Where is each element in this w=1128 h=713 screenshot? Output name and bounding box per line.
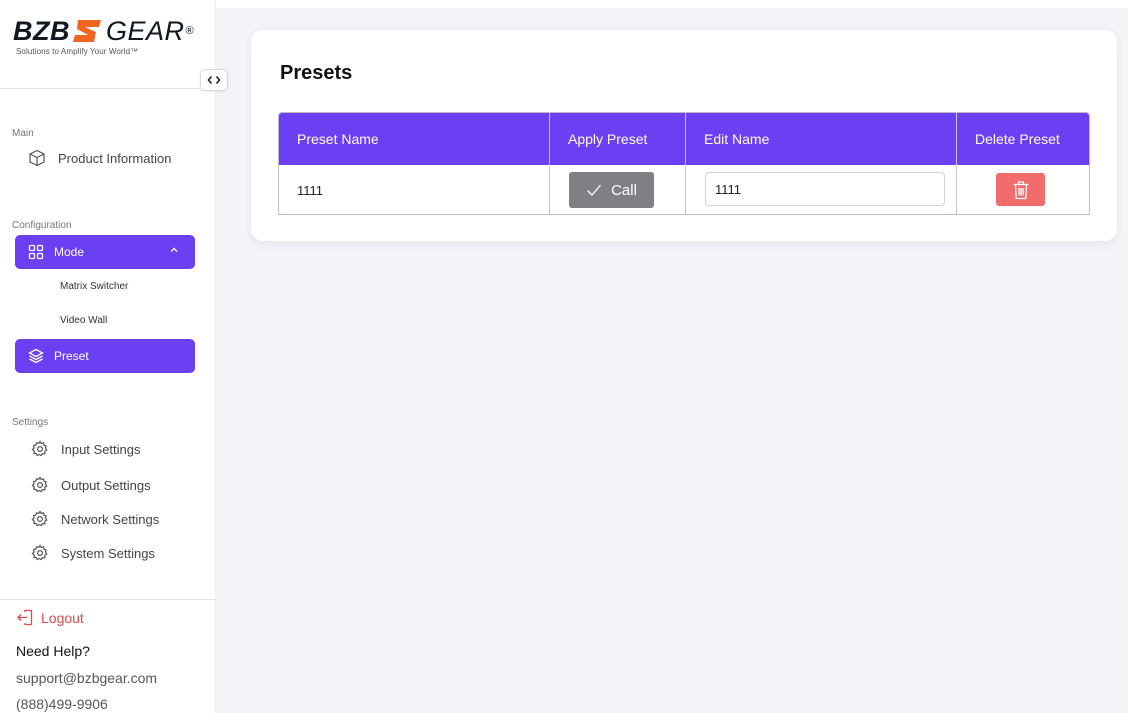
column-header-delete-preset: Delete Preset bbox=[975, 131, 1060, 147]
sidebar-item-product-information[interactable]: Product Information bbox=[28, 146, 171, 170]
help-title: Need Help? bbox=[16, 643, 90, 659]
presets-card: Presets Preset Name Apply Preset Edit Na… bbox=[251, 30, 1117, 241]
sidebar-divider bbox=[0, 599, 216, 600]
sidebar-collapse-toggle[interactable] bbox=[200, 69, 228, 91]
column-divider bbox=[685, 113, 686, 214]
chevrons-left-right-icon bbox=[207, 75, 221, 85]
logo-registered: ® bbox=[185, 25, 195, 37]
call-button-label: Call bbox=[611, 181, 637, 199]
help-email[interactable]: support@bzbgear.com bbox=[16, 670, 157, 686]
sidebar-item-label: Mode bbox=[54, 245, 85, 259]
section-label-configuration: Configuration bbox=[12, 220, 72, 231]
column-header-preset-name: Preset Name bbox=[297, 131, 379, 147]
preset-name-cell: 1111 bbox=[297, 183, 324, 198]
sidebar: BZB GEAR ® Solutions to Amplify Your Wor… bbox=[0, 0, 216, 713]
logo-name-bold: BZB bbox=[13, 16, 70, 46]
logout-icon bbox=[17, 609, 33, 626]
sidebar-item-network-settings[interactable]: Network Settings bbox=[31, 507, 159, 531]
gear-icon bbox=[31, 544, 48, 561]
sidebar-item-label: Product Information bbox=[58, 150, 172, 166]
sidebar-item-preset[interactable]: Preset bbox=[15, 339, 195, 373]
logo-name-light: GEAR bbox=[106, 16, 185, 46]
logout-button[interactable]: Logout bbox=[16, 609, 84, 626]
sidebar-item-label: Network Settings bbox=[61, 511, 160, 527]
delete-preset-button[interactable] bbox=[996, 173, 1045, 206]
column-header-edit-name: Edit Name bbox=[704, 131, 770, 147]
section-label-main: Main bbox=[12, 128, 34, 139]
column-header-apply-preset: Apply Preset bbox=[568, 131, 648, 147]
sidebar-item-system-settings[interactable]: System Settings bbox=[31, 541, 155, 565]
logo-divider bbox=[0, 88, 200, 89]
brand-logo: BZB GEAR ® Solutions to Amplify Your Wor… bbox=[13, 16, 198, 56]
gear-icon bbox=[31, 510, 48, 527]
section-label-settings: Settings bbox=[12, 417, 49, 428]
chevron-up-icon bbox=[170, 247, 178, 252]
sidebar-item-label: Preset bbox=[54, 349, 89, 363]
logo-tagline: Solutions to Amplify Your World™ bbox=[16, 47, 139, 56]
help-phone: (888)499-9906 bbox=[16, 696, 108, 712]
check-icon bbox=[587, 184, 602, 196]
sidebar-subitem-video-wall[interactable]: Video Wall bbox=[60, 315, 107, 326]
layers-icon bbox=[28, 348, 44, 364]
sidebar-item-label: Input Settings bbox=[61, 441, 141, 457]
cube-icon bbox=[29, 149, 45, 167]
sidebar-item-mode[interactable]: Mode bbox=[15, 235, 195, 269]
edit-name-input[interactable] bbox=[705, 172, 945, 206]
sidebar-item-label: Output Settings bbox=[61, 477, 151, 493]
presets-table: Preset Name Apply Preset Edit Name Delet… bbox=[278, 112, 1090, 215]
column-divider bbox=[956, 113, 957, 214]
call-preset-button[interactable]: Call bbox=[569, 172, 654, 208]
logo-wordmark: BZB GEAR ® bbox=[13, 16, 198, 46]
sidebar-subitem-matrix-switcher[interactable]: Matrix Switcher bbox=[60, 281, 128, 292]
gear-icon bbox=[31, 440, 48, 457]
gear-icon bbox=[31, 476, 48, 493]
sidebar-item-output-settings[interactable]: Output Settings bbox=[31, 473, 151, 497]
page-title: Presets bbox=[280, 62, 353, 84]
column-divider bbox=[549, 113, 550, 214]
logout-label: Logout bbox=[41, 609, 84, 626]
trash-icon bbox=[1013, 180, 1028, 199]
sidebar-item-label: System Settings bbox=[61, 545, 155, 561]
logo-mark-icon bbox=[73, 20, 101, 42]
sidebar-item-input-settings[interactable]: Input Settings bbox=[31, 437, 141, 461]
grid-icon bbox=[28, 244, 44, 260]
